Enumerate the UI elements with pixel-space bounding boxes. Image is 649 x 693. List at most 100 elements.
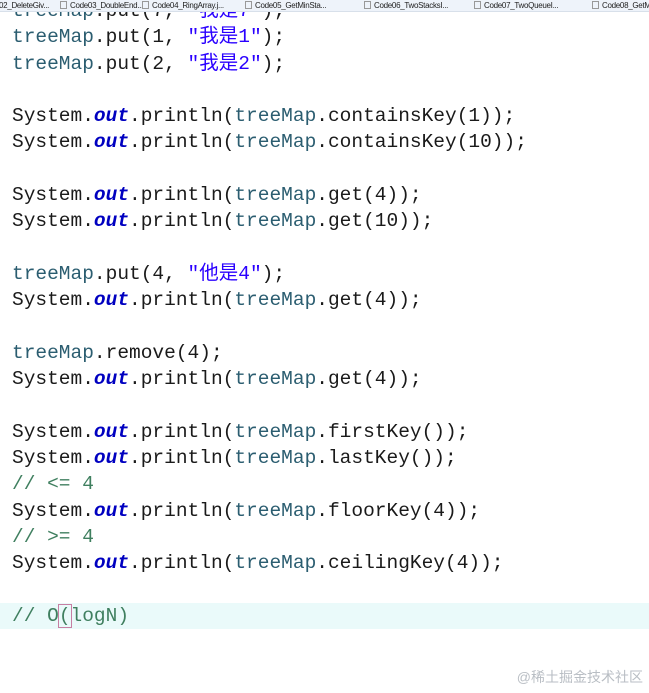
code-token: .get(4)); — [316, 368, 422, 391]
code-line[interactable]: System.out.println(treeMap.ceilingKey(4)… — [0, 550, 649, 576]
code-token: .println( — [129, 499, 235, 522]
code-token: treeMap — [234, 184, 317, 207]
tab-label: Code04_RingArray.j... — [152, 1, 224, 10]
tab-label: 02_DeleteGiv... — [0, 1, 50, 10]
code-token: out — [93, 184, 130, 207]
editor-tab[interactable]: Code04_RingArray.j... — [142, 0, 224, 11]
editor-tab[interactable]: Code06_TwoStacksI... — [364, 0, 448, 11]
code-token: logN) — [70, 604, 130, 627]
code-line[interactable]: System.out.println(treeMap.get(4)); — [0, 182, 649, 208]
code-line[interactable]: System.out.println(treeMap.containsKey(1… — [0, 103, 649, 129]
code-line[interactable]: treeMap.remove(4); — [0, 340, 649, 366]
code-token: .println( — [129, 184, 235, 207]
code-token: out — [93, 420, 130, 443]
code-token: .println( — [129, 420, 235, 443]
code-token: System. — [12, 499, 94, 522]
code-line[interactable]: // <= 4 — [0, 471, 649, 497]
code-line[interactable]: System.out.println(treeMap.floorKey(4)); — [0, 498, 649, 524]
code-token: treeMap — [234, 552, 317, 575]
code-token: .put(4, — [93, 262, 188, 285]
code-token: out — [93, 552, 130, 575]
editor-tab[interactable]: Code08_GetM — [592, 0, 649, 11]
code-line[interactable]: // >= 4 — [0, 524, 649, 550]
code-token: .println( — [129, 210, 235, 233]
code-line[interactable]: treeMap.put(1, "我是1"); — [0, 24, 649, 50]
code-token: .println( — [129, 552, 235, 575]
code-token: treeMap — [234, 368, 317, 391]
code-token: .remove(4); — [93, 341, 223, 364]
code-token: .put(1, — [93, 26, 188, 49]
code-token: .ceilingKey(4)); — [316, 552, 504, 575]
code-token: treeMap — [234, 131, 317, 154]
code-token: .println( — [129, 131, 235, 154]
java-file-icon — [474, 1, 481, 9]
code-line[interactable]: System.out.println(treeMap.lastKey()); — [0, 445, 649, 471]
code-token: .containsKey(10)); — [316, 131, 527, 154]
code-line[interactable]: System.out.println(treeMap.get(4)); — [0, 287, 649, 313]
code-token: .println( — [129, 289, 235, 312]
code-token: .println( — [129, 447, 235, 470]
code-token: .containsKey(1)); — [316, 105, 516, 128]
code-line[interactable] — [0, 392, 649, 418]
editor-tab[interactable]: Code03_DoubleEnd... — [60, 0, 143, 11]
code-token: treeMap — [12, 262, 94, 285]
code-token: // <= 4 — [12, 473, 94, 496]
code-token: .println( — [129, 105, 235, 128]
editor-tab[interactable]: 02_DeleteGiv... — [0, 0, 49, 11]
java-file-icon — [142, 1, 149, 9]
editor-tab-bar: 02_DeleteGiv... Code03_DoubleEnd... Code… — [0, 0, 649, 12]
code-token: "我是1" — [187, 26, 262, 49]
tab-label: Code03_DoubleEnd... — [70, 1, 144, 10]
code-line[interactable]: // O(logN) — [0, 602, 649, 630]
tab-label: Code06_TwoStacksI... — [374, 1, 449, 10]
java-file-icon — [60, 1, 67, 9]
code-token: treeMap — [234, 289, 317, 312]
tab-label: Code07_TwoQueueI... — [484, 1, 559, 10]
code-token: .floorKey(4)); — [316, 499, 481, 522]
code-line[interactable]: System.out.println(treeMap.get(4)); — [0, 366, 649, 392]
editor-tab[interactable]: Code07_TwoQueueI... — [474, 0, 559, 11]
code-line[interactable] — [0, 235, 649, 261]
code-token: treeMap — [12, 26, 94, 49]
code-token: out — [93, 499, 130, 522]
code-token: System. — [12, 552, 94, 575]
code-token: out — [93, 368, 130, 391]
code-token: System. — [12, 210, 94, 233]
code-line[interactable] — [0, 77, 649, 103]
code-token: .get(4)); — [316, 289, 422, 312]
code-line[interactable] — [0, 577, 649, 603]
code-token: .get(10)); — [316, 210, 434, 233]
tab-label: Code08_GetM — [602, 1, 649, 10]
code-line[interactable]: System.out.println(treeMap.containsKey(1… — [0, 129, 649, 155]
code-token: "我是2" — [187, 52, 262, 75]
java-file-icon — [245, 1, 252, 9]
code-token: out — [93, 289, 130, 312]
code-token: System. — [12, 289, 94, 312]
code-token: treeMap — [12, 52, 94, 75]
code-token: treeMap — [234, 499, 317, 522]
code-token: treeMap — [234, 105, 317, 128]
code-token: .firstKey()); — [316, 420, 469, 443]
code-token: out — [93, 447, 130, 470]
code-token: System. — [12, 131, 94, 154]
code-token: .put(2, — [93, 52, 188, 75]
code-token: System. — [12, 368, 94, 391]
code-token: out — [93, 105, 130, 128]
code-token: System. — [12, 420, 94, 443]
code-token: // O — [12, 604, 59, 627]
code-token: out — [93, 131, 130, 154]
code-line[interactable]: System.out.println(treeMap.firstKey()); — [0, 419, 649, 445]
editor-tab[interactable]: Code05_GetMinSta... — [245, 0, 327, 11]
code-line[interactable] — [0, 314, 649, 340]
code-editor[interactable]: treeMap.put(7, "我是7");treeMap.put(1, "我是… — [0, 0, 649, 630]
code-token: out — [93, 210, 130, 233]
code-line[interactable]: treeMap.put(2, "我是2"); — [0, 51, 649, 77]
code-token: ); — [261, 52, 286, 75]
code-line[interactable]: System.out.println(treeMap.get(10)); — [0, 208, 649, 234]
code-line[interactable]: treeMap.put(4, "他是4"); — [0, 261, 649, 287]
code-token: treeMap — [234, 447, 317, 470]
code-token: .lastKey()); — [316, 447, 457, 470]
tab-label: Code05_GetMinSta... — [255, 1, 327, 10]
code-line[interactable] — [0, 156, 649, 182]
code-token: System. — [12, 184, 94, 207]
